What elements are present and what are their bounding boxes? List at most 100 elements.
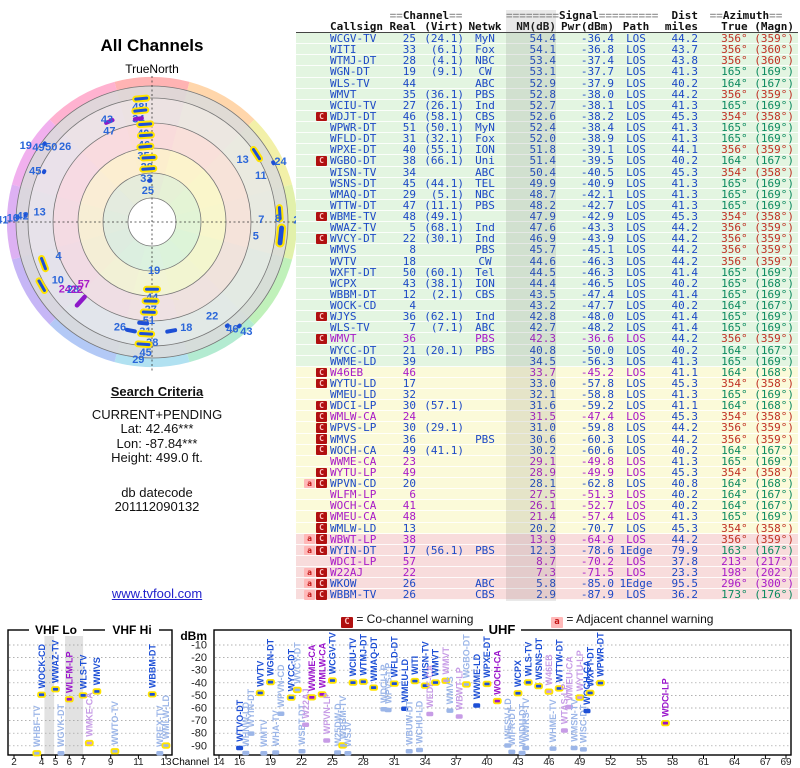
legend-cochannel-text: = Co-channel warning	[356, 612, 474, 626]
svg-text:49: 49	[32, 142, 44, 154]
signal-bar: WCHU-LD	[415, 700, 425, 753]
svg-text:WSNS-DT: WSNS-DT	[534, 637, 544, 679]
svg-text:WMTV: WMTV	[259, 720, 269, 748]
radar-title: All Channels	[100, 36, 204, 55]
cochannel-badge-icon: C	[316, 400, 327, 411]
svg-text:WPXE-DT: WPXE-DT	[482, 636, 492, 678]
svg-text:VHF Lo: VHF Lo	[35, 623, 77, 637]
svg-text:7: 7	[80, 757, 86, 768]
svg-text:-30: -30	[191, 665, 207, 677]
cochannel-badge-icon: C	[316, 478, 327, 489]
signal-bar: WMLW-LD	[161, 694, 171, 749]
signal-bar: WHME-TV	[548, 699, 558, 751]
svg-text:22: 22	[206, 311, 218, 323]
table-row: C WMLW-LD 13 20.2 -70.7 LOS 45.3 354° (358°)	[296, 522, 798, 534]
svg-text:5: 5	[253, 231, 259, 243]
svg-text:WWAZ-TV: WWAZ-TV	[51, 640, 61, 683]
vhf-panel: 2 4 5 6 7 9 11 13 WOCK-CD WHBF-TV WWAZ-TV WGVK-DT WL…	[7, 623, 173, 768]
legend-adjacent: a = Adjacent channel warning	[550, 612, 713, 628]
radar-marker: 50	[45, 142, 57, 154]
channel-table: ==Channel== ========Signal========= Dist ==…	[296, 10, 798, 601]
adjacent-badge-icon: a	[304, 567, 315, 578]
svg-text:WTMJ-DT: WTMJ-DT	[359, 634, 369, 676]
table-header: ==Channel== ========Signal========= Dist ==…	[296, 10, 798, 33]
svg-text:-10: -10	[191, 640, 207, 652]
svg-text:2: 2	[11, 757, 17, 768]
svg-text:11: 11	[255, 170, 267, 182]
signal-bar: WCGV-TV	[328, 632, 338, 684]
svg-text:19: 19	[148, 265, 160, 277]
radar-marker: 11	[255, 170, 267, 182]
search-criteria-title: Search Criteria	[110, 384, 204, 399]
svg-text:WPWR-DT: WPWR-DT	[596, 632, 606, 677]
cochannel-badge-icon: C	[316, 334, 327, 344]
svg-text:9: 9	[108, 757, 114, 768]
search-height: Height: 499.0 ft.	[111, 450, 203, 465]
signal-bar: WGBO-DT	[462, 634, 472, 688]
svg-text:7: 7	[258, 214, 264, 226]
signal-strength-chart: 2 4 5 6 7 9 11 13WOCK-CDWHBF-TVWWAZ-TVWGVK-DTWL…	[7, 622, 792, 768]
svg-text:WWTO-TV: WWTO-TV	[110, 701, 120, 745]
svg-text:WMEU-LD: WMEU-LD	[400, 659, 410, 703]
svg-text:-80: -80	[191, 728, 207, 740]
radar-marker: 29	[132, 354, 144, 366]
svg-text:47: 47	[103, 126, 115, 138]
adjacent-badge-icon: a	[304, 545, 315, 556]
svg-text:WOCK-CD: WOCK-CD	[37, 644, 47, 689]
svg-text:29: 29	[132, 354, 144, 366]
cochannel-badge-icon: C	[316, 467, 327, 478]
svg-text:25: 25	[142, 185, 154, 197]
signal-bar: WMVS	[92, 657, 102, 695]
signal-bar: WVCY-DT	[293, 642, 303, 694]
svg-text:WFLD-DT: WFLD-DT	[390, 636, 400, 677]
cochannel-badge-icon: C	[316, 412, 327, 422]
svg-text:-60: -60	[191, 703, 207, 715]
radar-marker: 19	[148, 265, 160, 277]
svg-text:WCHU-LD: WCHU-LD	[415, 700, 425, 743]
radar-marker: 43	[101, 114, 113, 126]
table-row: C WGBO-DT 38 (66.1) Uni 51.4 -39.5 LOS 40.2 164° …	[296, 155, 798, 167]
svg-text:5: 5	[53, 757, 59, 768]
adjacent-badge-icon: a	[551, 617, 563, 628]
signal-bar: W46EB	[544, 654, 554, 695]
svg-text:42: 42	[17, 210, 29, 222]
svg-text:18: 18	[180, 322, 192, 334]
svg-text:WPVN-CD: WPVN-CD	[276, 664, 286, 707]
uhf-panel: 14 16 19 22 25 28 31 34 37 40 43 46 49 52 55 58 61 64 67 69…	[213, 622, 792, 768]
cochannel-badge-icon: C	[316, 578, 327, 589]
svg-text:40: 40	[481, 757, 493, 768]
svg-text:W46EB: W46EB	[544, 654, 554, 686]
signal-bar: WWME-CA	[307, 644, 317, 701]
adjacent-badge-icon: a	[304, 534, 315, 544]
signal-bar: WHBF-TV	[32, 706, 42, 757]
svg-text:-20: -20	[191, 652, 207, 664]
svg-text:WOCH-CA: WOCH-CA	[493, 650, 503, 695]
svg-text:WTTW-DT: WTTW-DT	[554, 639, 564, 682]
svg-text:WBUW-DT: WBUW-DT	[404, 700, 414, 745]
cochannel-badge-icon: C	[316, 512, 327, 522]
cochannel-badge-icon: C	[316, 211, 327, 222]
svg-text:WVTV: WVTV	[255, 661, 265, 687]
svg-text:6: 6	[67, 757, 73, 768]
signal-bar: WPXE-DT	[482, 636, 492, 688]
signal-bar: WWTO-TV	[110, 701, 120, 755]
svg-text:WLS-TV: WLS-TV	[524, 642, 534, 677]
svg-text:50: 50	[45, 142, 57, 154]
svg-text:WCPX: WCPX	[513, 660, 523, 687]
signal-bar: WMKE-CA	[85, 692, 95, 747]
svg-text:46: 46	[543, 757, 555, 768]
table-row: WLS-TV 44 ABC 52.9 -37.9 LOS 40.2 164° (167°)	[296, 77, 798, 89]
svg-text:WCGV-TV: WCGV-TV	[328, 632, 338, 674]
tvfool-link[interactable]: www.tvfool.com	[32, 586, 282, 601]
signal-bar: WPVN-CD	[276, 664, 286, 716]
svg-text:19: 19	[265, 757, 277, 768]
svg-text:31: 31	[389, 757, 401, 768]
svg-text:64: 64	[729, 757, 741, 768]
search-lon: Lon: -87.84***	[116, 435, 198, 451]
svg-text:WMKE-CA: WMKE-CA	[85, 692, 95, 737]
adjacent-badge-icon: a	[304, 578, 315, 589]
dbm-axis: dBm-10-20-30-40-50-60-70-80-90Channel	[172, 629, 209, 768]
cochannel-badge-icon: C	[316, 434, 327, 444]
svg-text:WMVT: WMVT	[431, 648, 441, 676]
